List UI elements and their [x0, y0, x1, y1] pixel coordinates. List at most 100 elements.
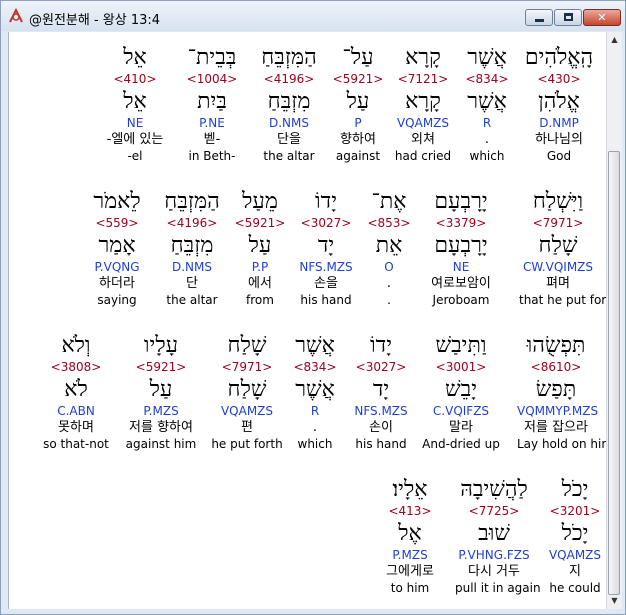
english-gloss: the altar [166, 293, 218, 307]
lemma: עַל [149, 377, 173, 402]
scrollbar-thumb[interactable] [608, 151, 620, 595]
word-entry[interactable]: שָׁלַח <7971> שָׁלַח VQAMZS 편 he put for… [208, 332, 286, 452]
strong-number[interactable]: <3379> [422, 215, 500, 232]
lemma: עַל [346, 89, 370, 114]
korean-gloss: 펴며 [546, 276, 570, 291]
scroll-up-arrow-icon[interactable]: ▲ [607, 32, 622, 48]
korean-gloss: 단 [186, 276, 198, 291]
word-entry[interactable]: אֲשֶׁר <834> אֲשֶׁר R . which [276, 332, 354, 452]
hebrew-word: הָֽאֱלֹהִים [524, 45, 594, 70]
word-entry[interactable]: יָכֹל <3201> יָכֹל VQAMZS 지 he could [536, 476, 607, 596]
hebrew-word: יָרָבְעָם [434, 189, 488, 214]
interlinear-panel: הָֽאֱלֹהִים <430> אֱלֹהִן D.NMP 하나님의 God… [8, 32, 607, 609]
korean-gloss: 향하여 [340, 132, 376, 147]
minimize-icon [535, 19, 544, 22]
word-entry[interactable]: הָֽאֱלֹהִים <430> אֱלֹהִן D.NMP 하나님의 God [520, 44, 598, 164]
hebrew-word: עָלָיו [143, 333, 179, 358]
hebrew-word: הַמִּזְבֵּחַ [164, 189, 220, 214]
parsing-code: P.MZS [143, 404, 179, 418]
parsing-code: P.P [251, 260, 269, 274]
minimize-button[interactable] [525, 9, 553, 26]
maximize-button[interactable] [554, 9, 582, 26]
strong-number[interactable]: <834> [276, 359, 354, 376]
lemma: לֹא [64, 377, 88, 402]
strong-number[interactable]: <413> [371, 503, 449, 520]
lemma: מִזְבֵּחַ [170, 233, 214, 258]
lemma: אָמַר [98, 233, 136, 258]
korean-gloss: 말라 [449, 420, 473, 435]
english-gloss: from [246, 293, 274, 307]
strong-number[interactable]: <7971> [519, 215, 597, 232]
word-entry[interactable]: לֵאמֹר <559> אָמַר P.VQNG 하더라 saying [78, 188, 156, 308]
lemma: שׁוּב [478, 521, 510, 546]
korean-gloss: 에서 [248, 276, 272, 291]
parsing-code: VQMMYP.MZS [517, 404, 599, 418]
title-bar[interactable]: @원전분해 - 왕상 13:4 ✕ [1, 1, 625, 31]
vertical-scrollbar[interactable]: ▲ ▼ [606, 32, 622, 609]
hebrew-word: וְלֹא [61, 333, 91, 358]
strong-number[interactable]: <4196> [153, 215, 231, 232]
english-gloss: -el [127, 149, 143, 163]
parsing-code: VQAMZS [220, 404, 274, 418]
strong-number[interactable]: <4196> [250, 71, 328, 88]
parsing-code: CW.VQIMZS [522, 260, 594, 274]
korean-gloss: 편 [241, 420, 253, 435]
word-entry[interactable]: עָלָיו <5921> עַל P.MZS 저를 향하여 against h… [122, 332, 200, 452]
english-gloss: to him [390, 581, 430, 595]
english-gloss: Lay hold on him [517, 437, 607, 451]
word-entry[interactable]: בְּבֵית־ <1004> בַּיִת P.NE 벧- in Beth- [173, 44, 251, 164]
maximize-icon [564, 13, 573, 21]
parsing-code: P.VHNG.FZS [458, 548, 530, 562]
strong-number[interactable]: <559> [78, 215, 156, 232]
word-entry[interactable]: הַמִּזְבֵּחַ <4196> מִזְבֵּחַ D.NMS 단 th… [153, 188, 231, 308]
strong-number[interactable]: <1004> [173, 71, 251, 88]
window-title: @원전분해 - 왕상 13:4 [29, 13, 161, 28]
lemma: תָּפַשׂ [535, 377, 577, 402]
strong-number[interactable]: <430> [520, 71, 598, 88]
strong-number[interactable]: <7971> [208, 359, 286, 376]
hebrew-word: לַהֲשִׁיבָהּ [460, 477, 528, 502]
parsing-code: P.NE [199, 116, 225, 130]
word-entry[interactable]: מֵעַל <5921> עַל P.P 에서 from [221, 188, 299, 308]
word-entry[interactable]: תִּפְשֻׂהוּ <8610> תָּפַשׂ VQMMYP.MZS 저를… [517, 332, 607, 452]
lemma: אֱלֹהִן [538, 89, 580, 114]
english-gloss: in Beth- [188, 149, 236, 163]
lemma: יָרָבְעָם [434, 233, 488, 258]
lemma: אֲשֶׁר [295, 377, 335, 402]
parsing-code: C.VQIFZS [432, 404, 490, 418]
korean-gloss: 지 [569, 564, 581, 579]
strong-number[interactable]: <8610> [517, 359, 595, 376]
strong-number[interactable]: <410> [96, 71, 174, 88]
word-entry[interactable]: וְלֹא <3808> לֹא C.ABN 못하며 so that-not [37, 332, 115, 452]
strong-number[interactable]: <5921> [221, 215, 299, 232]
hebrew-word: עַל־ [342, 45, 374, 70]
word-entry[interactable]: וַיִּשְׁלַח <7971> שָׁלַח CW.VQIMZS 펴며 t… [519, 188, 607, 308]
strong-number[interactable]: <5921> [122, 359, 200, 376]
lemma: מִזְבֵּחַ [267, 89, 311, 114]
english-gloss: pull it in again [455, 581, 541, 595]
word-entry[interactable]: אֵלָיו׃ <413> אֶל P.MZS 그에게로 to him [371, 476, 449, 596]
korean-gloss: 하더라 [99, 276, 135, 291]
strong-number[interactable]: <5921> [319, 71, 397, 88]
word-entry[interactable]: אֵל <410> אֵל NE -엘에 있는 -el [96, 44, 174, 164]
word-entry[interactable]: עַל־ <5921> עַל P 향하여 against [319, 44, 397, 164]
word-entry[interactable]: וַתִּיבַשׁ <3001> יָבֵשׁ C.VQIFZS 말라 And… [422, 332, 500, 452]
hebrew-word: לֵאמֹר [93, 189, 141, 214]
english-gloss: he put forth [211, 437, 283, 451]
word-entry[interactable]: הַמִּזְבֵּחַ <4196> מִזְבֵּחַ D.NMS 단을 t… [250, 44, 328, 164]
english-gloss: that he put forth [519, 293, 607, 307]
korean-gloss: . [312, 420, 318, 435]
strong-number[interactable]: <3001> [422, 359, 500, 376]
strong-number[interactable]: <3201> [536, 503, 607, 520]
strong-number[interactable]: <7725> [455, 503, 533, 520]
parsing-code: P.VQNG [94, 260, 140, 274]
parsing-code: R [310, 404, 320, 418]
close-button[interactable]: ✕ [583, 9, 621, 26]
english-gloss: against him [125, 437, 197, 451]
scroll-down-arrow-icon[interactable]: ▼ [607, 593, 622, 609]
strong-number[interactable]: <3808> [37, 359, 115, 376]
word-entry[interactable]: יָרָבְעָם <3379> יָרָבְעָם NE 여로보암이 Jero… [422, 188, 500, 308]
lemma: בַּיִת [197, 89, 227, 114]
word-entry[interactable]: לַהֲשִׁיבָהּ <7725> שׁוּב P.VHNG.FZS 다시 … [455, 476, 541, 596]
app-window: @원전분해 - 왕상 13:4 ✕ הָֽאֱלֹהִים <430> אֱלֹ… [0, 0, 626, 615]
